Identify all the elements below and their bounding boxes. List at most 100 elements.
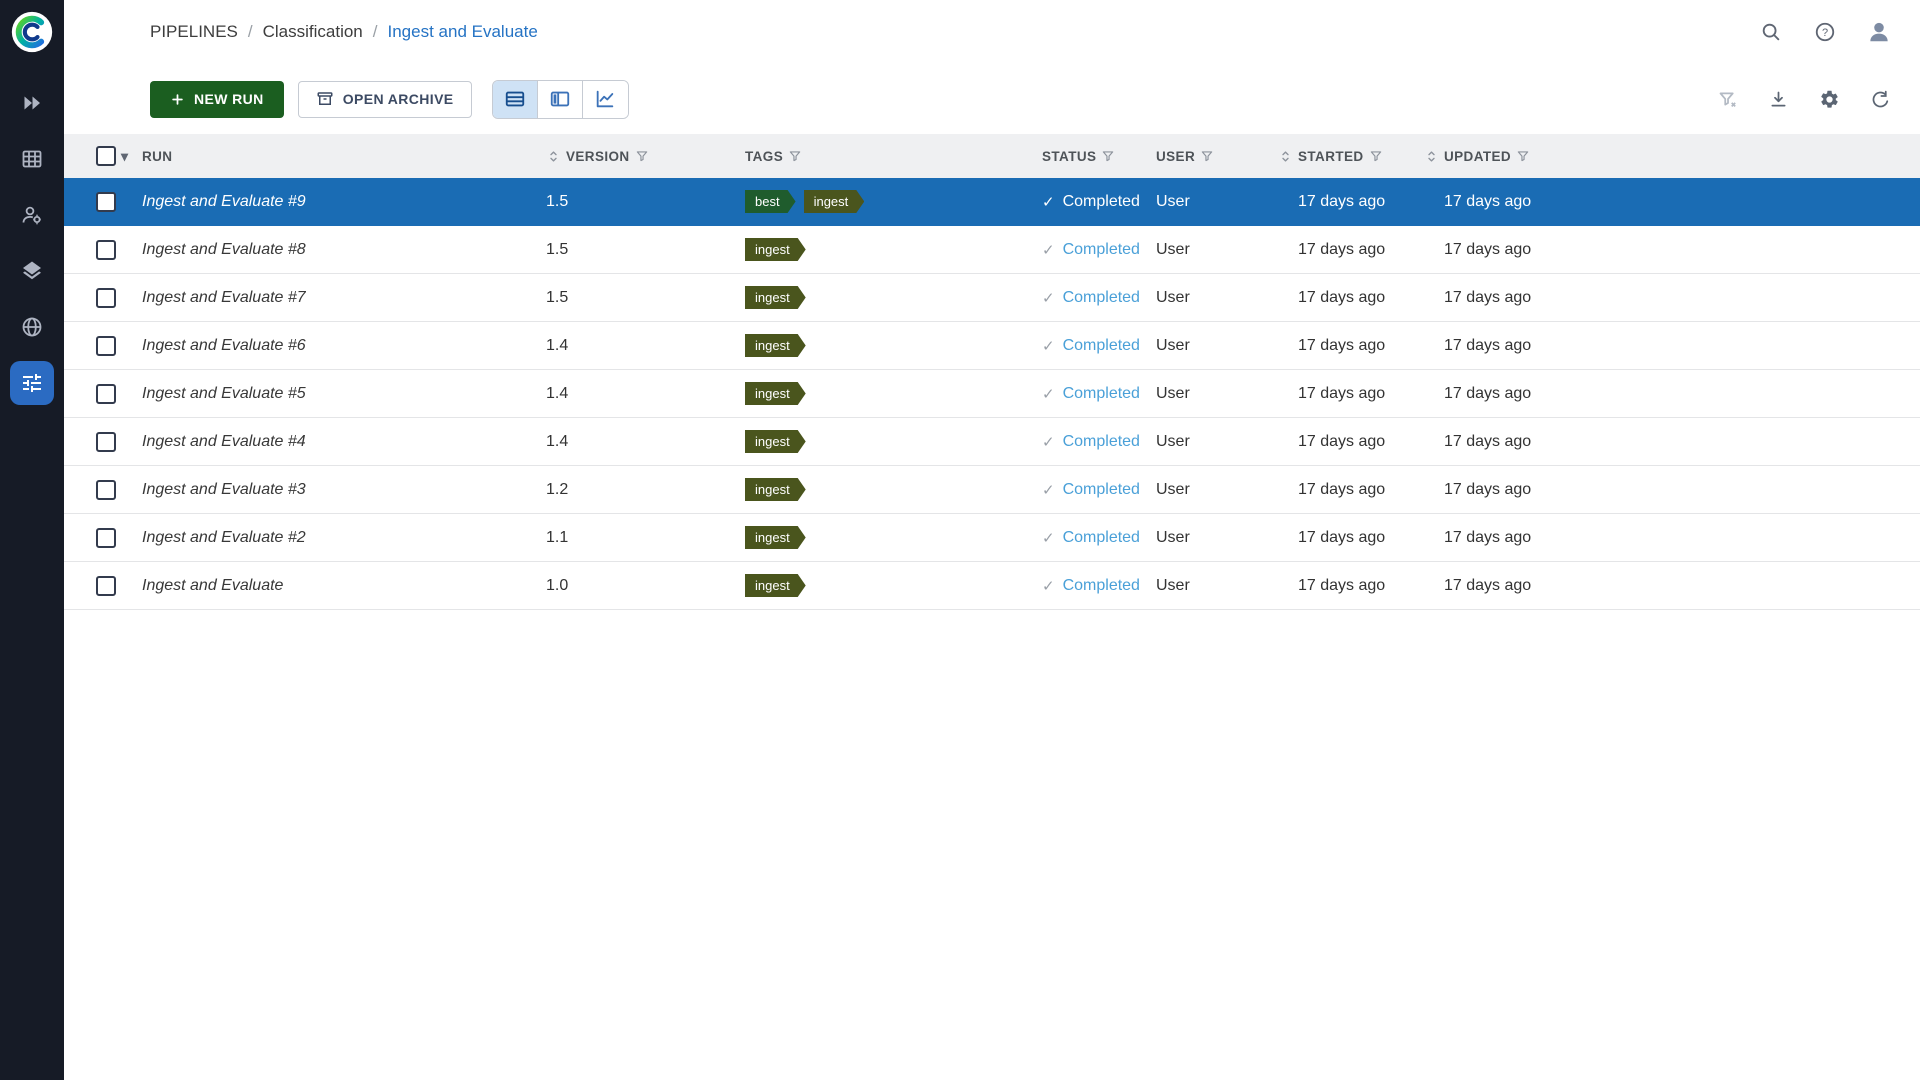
row-checkbox[interactable] [96, 480, 116, 500]
table-view-button[interactable] [493, 81, 538, 118]
run-name[interactable]: Ingest and Evaluate #3 [142, 481, 306, 499]
chart-view-button[interactable] [583, 81, 628, 118]
header-started: STARTED [1278, 149, 1424, 164]
tag-badge[interactable]: ingest [804, 190, 865, 213]
hyperdatasets-icon[interactable] [17, 256, 47, 286]
settings-gear-icon[interactable] [1817, 87, 1841, 111]
header-version: VERSION [546, 149, 745, 164]
run-status: ✓ Completed [1042, 433, 1156, 451]
filter-icon[interactable] [788, 149, 802, 163]
run-user: User [1156, 577, 1278, 595]
tag-badge[interactable]: ingest [745, 430, 806, 453]
sort-icon[interactable] [546, 149, 561, 164]
tag-badge[interactable]: best [745, 190, 796, 213]
tag-badge[interactable]: ingest [745, 286, 806, 309]
toolbar: NEW RUN OPEN ARCHIVE [64, 64, 1920, 134]
help-icon[interactable]: ? [1812, 19, 1838, 45]
run-name[interactable]: Ingest and Evaluate #8 [142, 241, 306, 259]
run-name[interactable]: Ingest and Evaluate #2 [142, 529, 306, 547]
row-checkbox[interactable] [96, 384, 116, 404]
table-body: Ingest and Evaluate #9 1.5 bestingest ✓ … [64, 178, 1920, 610]
run-name[interactable]: Ingest and Evaluate #4 [142, 433, 306, 451]
run-name[interactable]: Ingest and Evaluate #5 [142, 385, 306, 403]
column-header-user[interactable]: USER [1156, 149, 1195, 164]
run-tags: best ingest [745, 190, 1042, 213]
column-header-version[interactable]: VERSION [566, 149, 630, 164]
pipelines-icon[interactable] [10, 361, 54, 405]
row-checkbox[interactable] [96, 240, 116, 260]
run-status: ✓ Completed [1042, 193, 1156, 211]
download-icon[interactable] [1766, 87, 1790, 111]
row-checkbox[interactable] [96, 576, 116, 596]
status-text: Completed [1063, 529, 1140, 547]
row-checkbox[interactable] [96, 192, 116, 212]
app-root: PIPELINES / Classification / Ingest and … [0, 0, 1920, 1080]
run-started: 17 days ago [1278, 385, 1424, 403]
main-content: PIPELINES / Classification / Ingest and … [64, 0, 1920, 1080]
row-checkbox[interactable] [96, 528, 116, 548]
run-name[interactable]: Ingest and Evaluate [142, 577, 283, 595]
table-row[interactable]: Ingest and Evaluate #4 1.4 ingest ✓ Comp… [64, 418, 1920, 466]
table-row[interactable]: Ingest and Evaluate 1.0 ingest ✓ Complet… [64, 562, 1920, 610]
tag-badge[interactable]: ingest [745, 238, 806, 261]
run-name[interactable]: Ingest and Evaluate #7 [142, 289, 306, 307]
filter-icon[interactable] [1101, 149, 1115, 163]
header-run: RUN [142, 149, 546, 164]
tag-badge[interactable]: ingest [745, 526, 806, 549]
run-tags: ingest [745, 334, 1042, 357]
row-checkbox[interactable] [96, 288, 116, 308]
run-name[interactable]: Ingest and Evaluate #9 [142, 193, 306, 211]
table-row[interactable]: Ingest and Evaluate #8 1.5 ingest ✓ Comp… [64, 226, 1920, 274]
workers-icon[interactable] [17, 200, 47, 230]
datasets-icon[interactable] [17, 144, 47, 174]
tag-badge[interactable]: ingest [745, 478, 806, 501]
select-all-dropdown-icon[interactable]: ▾ [121, 149, 128, 163]
svg-text:?: ? [1822, 27, 1828, 39]
split-view-button[interactable] [538, 81, 583, 118]
auto-refresh-icon[interactable] [1868, 87, 1892, 111]
view-toggle-group [492, 80, 629, 119]
projects-icon[interactable] [17, 88, 47, 118]
filter-icon[interactable] [1200, 149, 1214, 163]
search-icon[interactable] [1758, 19, 1784, 45]
run-cell: Ingest and Evaluate #5 [142, 385, 546, 403]
clear-filters-icon[interactable] [1715, 87, 1739, 111]
sort-icon[interactable] [1424, 149, 1439, 164]
sort-icon[interactable] [1278, 149, 1293, 164]
table-row[interactable]: Ingest and Evaluate #3 1.2 ingest ✓ Comp… [64, 466, 1920, 514]
row-checkbox[interactable] [96, 336, 116, 356]
filter-icon[interactable] [635, 149, 649, 163]
toolbar-right [1715, 87, 1892, 111]
select-all-checkbox[interactable] [96, 146, 116, 166]
new-run-button[interactable]: NEW RUN [150, 81, 284, 118]
filter-icon[interactable] [1369, 149, 1383, 163]
open-archive-button[interactable]: OPEN ARCHIVE [298, 81, 472, 118]
column-header-run[interactable]: RUN [142, 149, 172, 164]
run-updated: 17 days ago [1424, 193, 1920, 211]
tag-badge[interactable]: ingest [745, 382, 806, 405]
table-row[interactable]: Ingest and Evaluate #2 1.1 ingest ✓ Comp… [64, 514, 1920, 562]
breadcrumb-project[interactable]: Classification [263, 22, 363, 42]
column-header-tags[interactable]: TAGS [745, 149, 783, 164]
app-logo[interactable] [10, 10, 54, 54]
new-run-label: NEW RUN [194, 91, 264, 107]
filter-icon[interactable] [1516, 149, 1530, 163]
user-avatar[interactable] [1866, 19, 1892, 45]
table-row[interactable]: Ingest and Evaluate #6 1.4 ingest ✓ Comp… [64, 322, 1920, 370]
breadcrumb-pipelines[interactable]: PIPELINES [150, 22, 238, 42]
column-header-started[interactable]: STARTED [1298, 149, 1364, 164]
status-completed-icon: ✓ [1042, 193, 1055, 211]
tag-badge[interactable]: ingest [745, 574, 806, 597]
run-cell: Ingest and Evaluate #6 [142, 337, 546, 355]
column-header-updated[interactable]: UPDATED [1444, 149, 1511, 164]
tag-badge[interactable]: ingest [745, 334, 806, 357]
row-checkbox[interactable] [96, 432, 116, 452]
run-name[interactable]: Ingest and Evaluate #6 [142, 337, 306, 355]
table-row[interactable]: Ingest and Evaluate #9 1.5 bestingest ✓ … [64, 178, 1920, 226]
table-row[interactable]: Ingest and Evaluate #5 1.4 ingest ✓ Comp… [64, 370, 1920, 418]
status-text: Completed [1063, 289, 1140, 307]
status-completed-icon: ✓ [1042, 577, 1055, 595]
column-header-status[interactable]: STATUS [1042, 149, 1096, 164]
models-icon[interactable] [17, 312, 47, 342]
table-row[interactable]: Ingest and Evaluate #7 1.5 ingest ✓ Comp… [64, 274, 1920, 322]
